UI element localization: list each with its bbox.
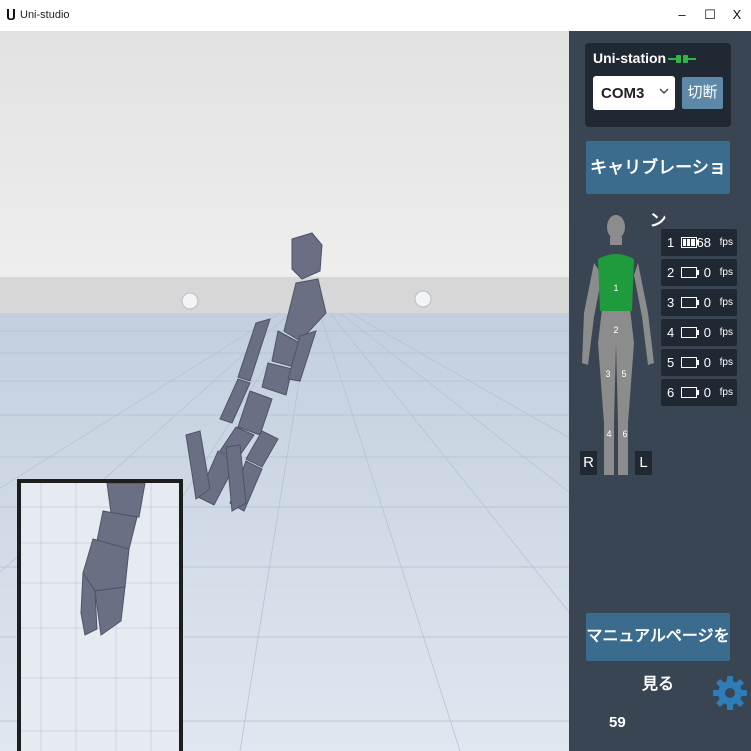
sensor-fps-value: 0: [703, 385, 711, 400]
fps-unit-label: fps: [719, 267, 733, 278]
segment-label-1: 1: [613, 283, 618, 293]
com-port-value: COM3: [601, 85, 645, 102]
manual-page-button[interactable]: マニュアルページを見る: [586, 613, 730, 693]
gear-icon[interactable]: [713, 676, 747, 710]
com-port-select[interactable]: COM3: [593, 76, 675, 110]
sensor-fps-value: 0: [703, 265, 711, 280]
hand-closeup-canvas: [21, 483, 179, 751]
segment-label-2: 2: [613, 325, 618, 335]
body-segment-3: [598, 343, 616, 423]
avatar-head: [291, 232, 323, 280]
hand-model: [80, 483, 146, 636]
station-box: Uni-station COM3 切断: [585, 43, 731, 127]
station-title: Uni-station: [593, 50, 667, 66]
app-logo-icon: [7, 9, 15, 20]
fps-unit-label: fps: [719, 237, 733, 248]
right-marker-sphere: [414, 290, 432, 308]
fps-unit-label: fps: [719, 357, 733, 368]
sensor-fps-value: 0: [703, 325, 711, 340]
sensor-row-3: 3 0 fps: [661, 289, 737, 316]
chevron-down-icon: [659, 88, 669, 94]
segment-label-6: 6: [622, 429, 627, 439]
title-bar: Uni-studio – ☐ X: [0, 0, 751, 32]
sensor-id: 3: [667, 295, 675, 310]
backdrop-strip: [0, 277, 569, 313]
hand-closeup-inset: [17, 479, 183, 751]
sensor-id: 2: [667, 265, 675, 280]
sensor-id: 5: [667, 355, 675, 370]
sensor-fps-value: 0: [703, 355, 711, 370]
sensor-id: 4: [667, 325, 675, 340]
sensor-fps-value: 68: [696, 235, 711, 250]
left-side-label: L: [635, 451, 652, 475]
disconnect-button[interactable]: 切断: [682, 77, 723, 109]
sensor-fps-value: 0: [703, 295, 711, 310]
right-side-label: R: [580, 451, 597, 475]
fps-unit-label: fps: [719, 387, 733, 398]
calibration-button[interactable]: キャリブレーション: [586, 141, 730, 230]
sensor-id: 1: [667, 235, 675, 250]
body-neck: [610, 237, 622, 245]
minimize-button[interactable]: –: [670, 4, 694, 26]
window-title: Uni-studio: [20, 9, 70, 21]
maximize-button[interactable]: ☐: [698, 4, 722, 26]
control-panel: Uni-station COM3 切断 キャリブレーション 1 2 3 5 4 …: [569, 31, 751, 751]
body-sensor-map: 1 2 3 5 4 6: [582, 215, 654, 475]
3d-viewport[interactable]: [0, 31, 569, 751]
fps-unit-label: fps: [719, 327, 733, 338]
sensor-row-2: 2 0 fps: [661, 259, 737, 286]
plug-connected-icon: [668, 55, 696, 63]
segment-label-5: 5: [621, 369, 626, 379]
sensor-row-4: 4 0 fps: [661, 319, 737, 346]
sensor-id: 6: [667, 385, 675, 400]
segment-label-4: 4: [606, 429, 611, 439]
body-segment-5: [616, 343, 634, 423]
sensor-row-1: 1 68 fps: [661, 229, 737, 256]
segment-label-3: 3: [605, 369, 610, 379]
sensor-row-6: 6 0 fps: [661, 379, 737, 406]
sensor-row-5: 5 0 fps: [661, 349, 737, 376]
body-head: [607, 215, 625, 239]
left-marker-sphere: [181, 292, 199, 310]
fps-unit-label: fps: [719, 297, 733, 308]
body-right-arm: [634, 263, 654, 365]
frame-rate-counter: 59: [609, 714, 626, 731]
backdrop-wall: [0, 31, 569, 277]
close-button[interactable]: X: [725, 4, 749, 26]
